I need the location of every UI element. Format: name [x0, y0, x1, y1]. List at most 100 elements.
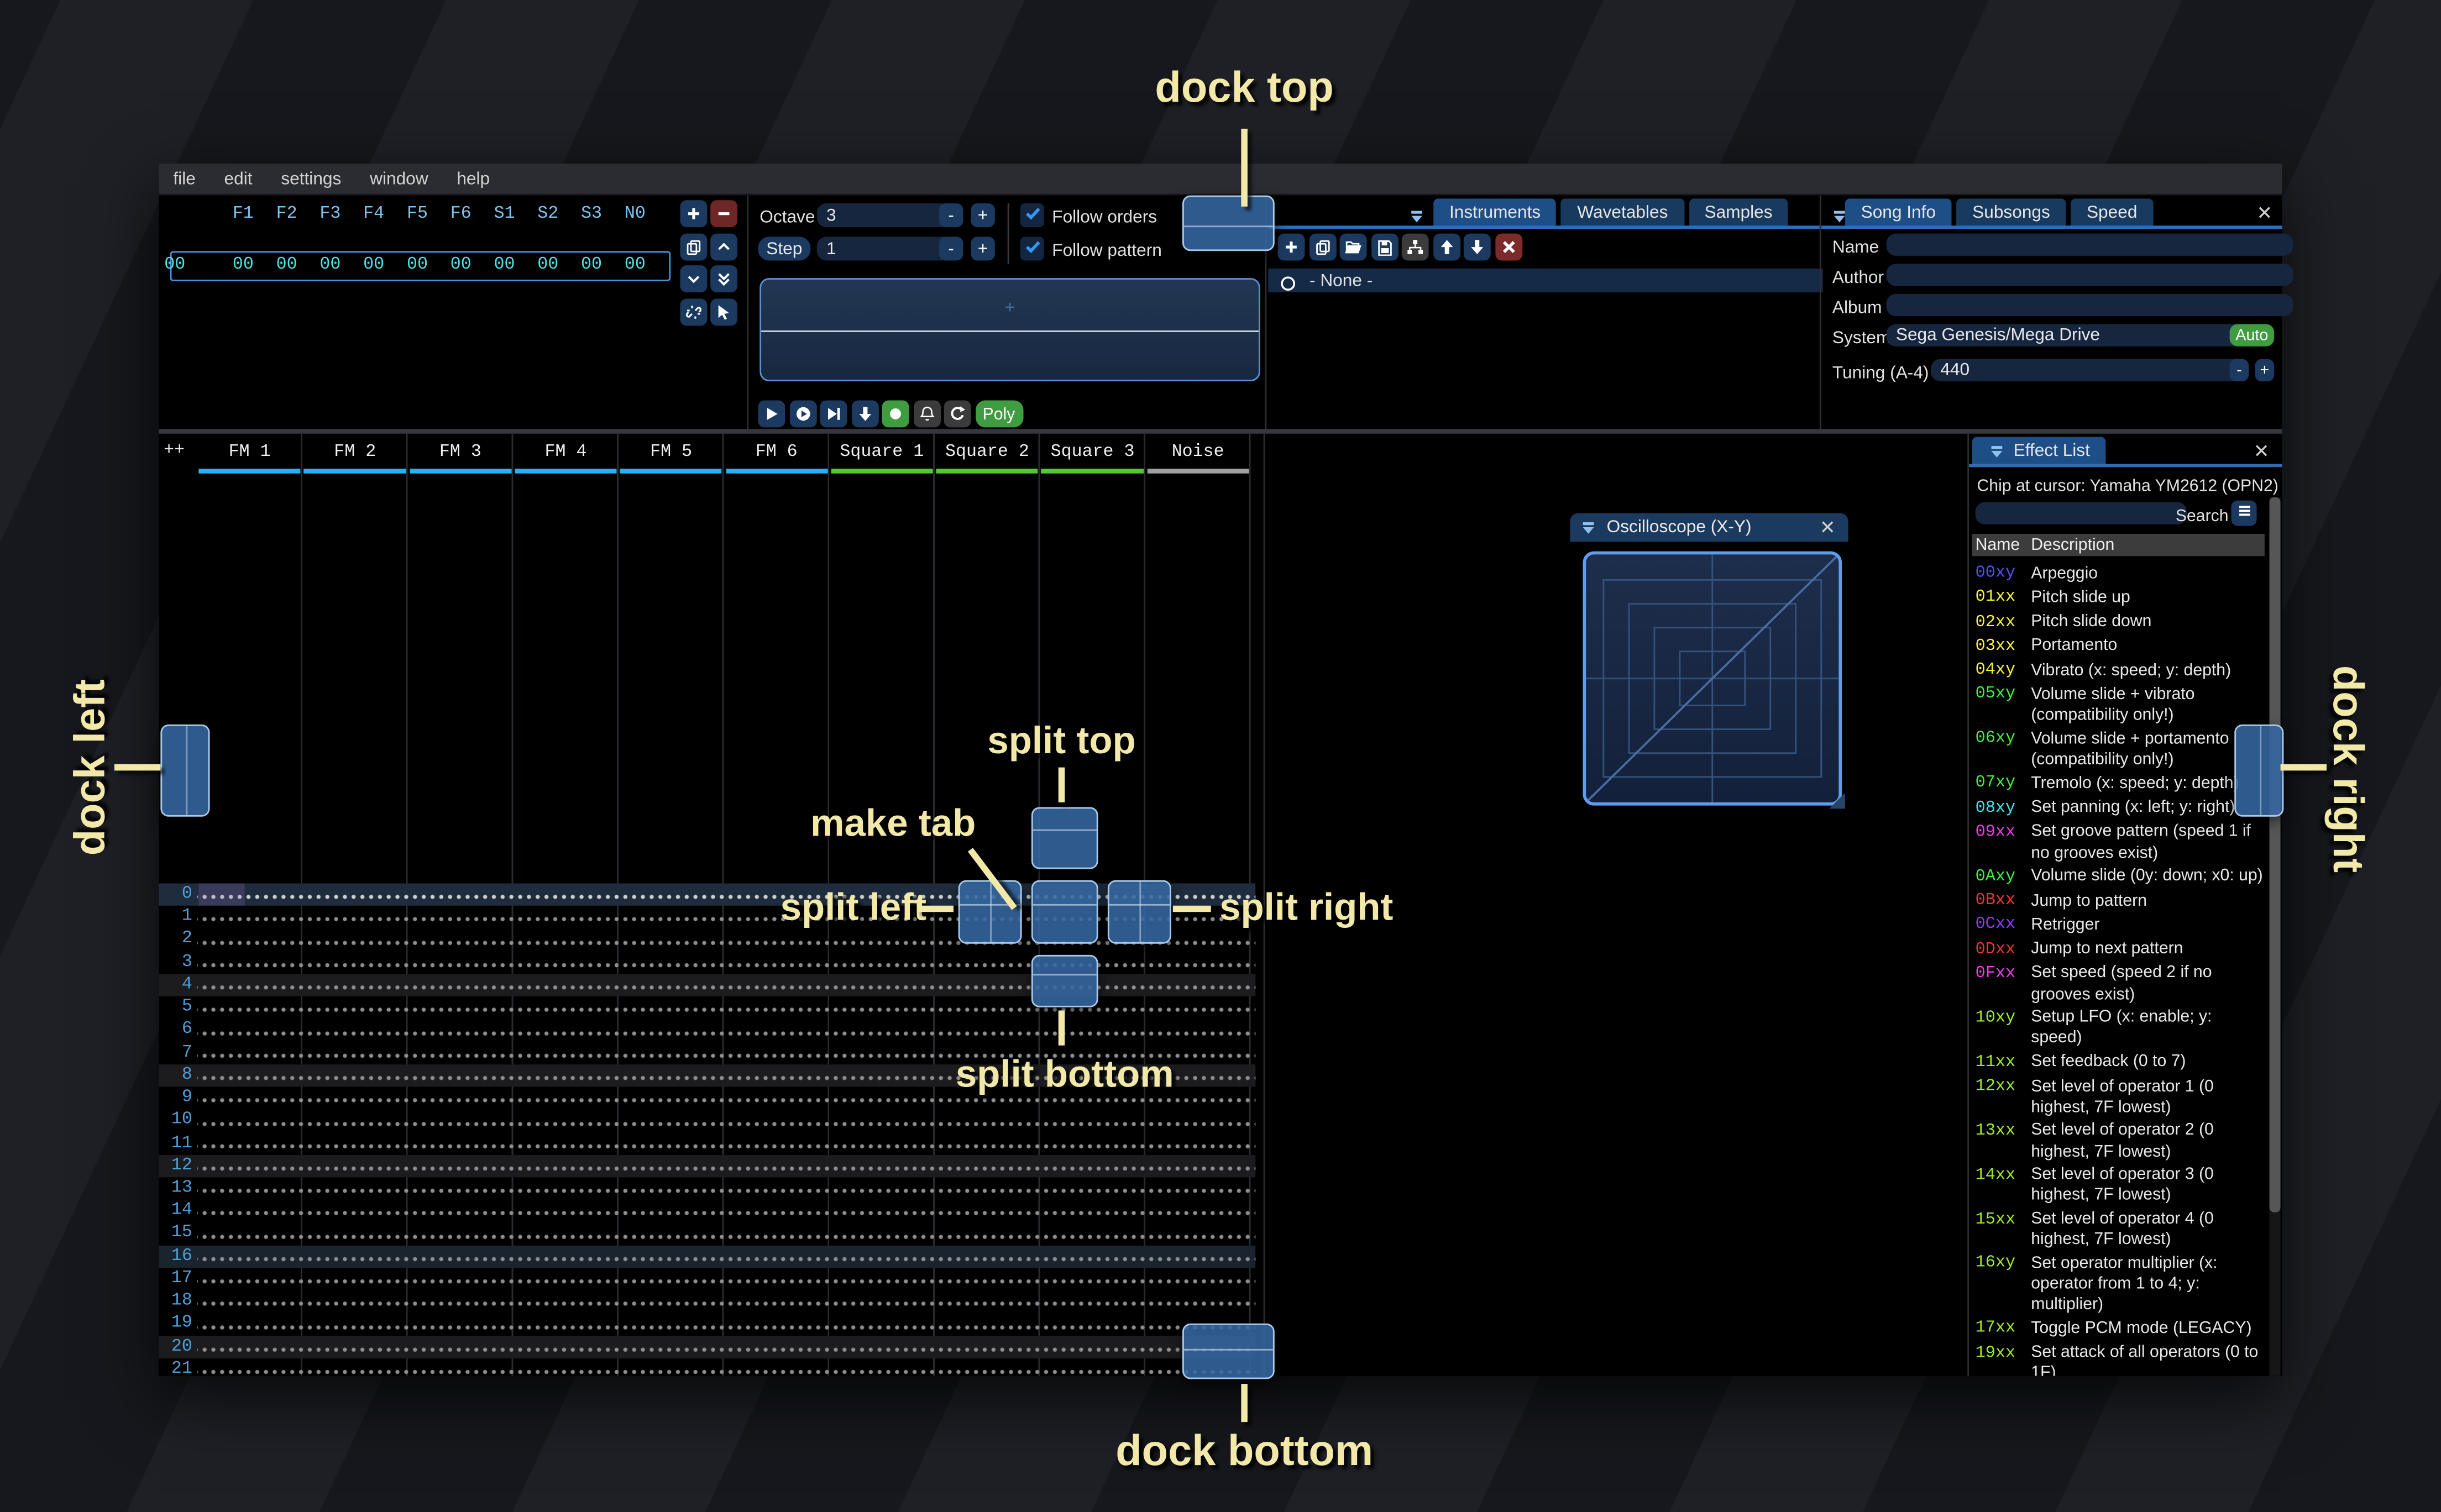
album-input[interactable]: [1886, 293, 2293, 317]
record-button[interactable]: [882, 400, 909, 428]
empty-pattern-cells[interactable]: [197, 1313, 1256, 1336]
x-button[interactable]: [1494, 233, 1522, 261]
tab-song-info[interactable]: Song Info: [1845, 198, 1952, 228]
effect-row-15xx[interactable]: 15xx Set level of operator 4 (0 highest, …: [1976, 1209, 2266, 1251]
order-cell[interactable]: 00: [625, 256, 646, 275]
order-cell[interactable]: 00: [319, 256, 341, 275]
oscilloscope-window[interactable]: Oscilloscope (X-Y) ✕: [1570, 513, 1848, 812]
arrow-down-button[interactable]: [851, 400, 878, 428]
collapse-icon[interactable]: [1580, 519, 1597, 537]
search-menu-button[interactable]: [2231, 500, 2257, 526]
pattern-cursor-cell[interactable]: [198, 883, 245, 906]
menu-item-window[interactable]: window: [355, 164, 442, 194]
effect-row-05xy[interactable]: 05xy Volume slide + vibrato (compatibilit…: [1976, 684, 2266, 727]
split-right-button[interactable]: [1107, 880, 1171, 944]
plus-button[interactable]: [680, 200, 708, 228]
menu-item-edit[interactable]: edit: [210, 164, 267, 194]
order-cell[interactable]: 00: [407, 256, 428, 275]
tab-instruments[interactable]: Instruments: [1433, 198, 1557, 228]
make-tab-button[interactable]: [1031, 880, 1098, 944]
pattern-row-10[interactable]: 10: [159, 1109, 1256, 1132]
empty-pattern-cells[interactable]: [197, 1335, 1256, 1358]
pattern-row-16[interactable]: 16: [159, 1245, 1256, 1268]
order-cell[interactable]: 00: [233, 256, 254, 275]
order-cell[interactable]: 00: [581, 256, 602, 275]
pattern-row-18[interactable]: 18: [159, 1290, 1256, 1313]
pattern-row-15[interactable]: 15: [159, 1222, 1256, 1246]
chevrons-down-button[interactable]: [710, 265, 737, 292]
note-input-preview[interactable]: +: [759, 278, 1260, 381]
oscilloscope-titlebar[interactable]: Oscilloscope (X-Y) ✕: [1570, 513, 1848, 542]
split-bottom-button[interactable]: [1031, 954, 1098, 1007]
pattern-row-21[interactable]: 21: [159, 1358, 1256, 1376]
empty-pattern-cells[interactable]: [197, 1267, 1256, 1290]
tab-speed[interactable]: Speed: [2071, 198, 2154, 228]
empty-pattern-cells[interactable]: [197, 1154, 1256, 1178]
octave-plus-button[interactable]: +: [971, 203, 995, 228]
pattern-row-13[interactable]: 13: [159, 1177, 1256, 1200]
system-select[interactable]: Sega Genesis/Mega Drive: [1886, 324, 2243, 347]
effect-list-scrollbar[interactable]: [2269, 497, 2281, 1376]
effect-row-13xx[interactable]: 13xx Set level of operator 2 (0 highest, …: [1976, 1120, 2266, 1162]
effect-row-12xx[interactable]: 12xx Set level of operator 1 (0 highest, …: [1976, 1075, 2266, 1118]
effect-row-0Axy[interactable]: 0Axy Volume slide (0y: down; x0: up): [1976, 865, 2266, 888]
poly-button[interactable]: Poly: [975, 400, 1023, 428]
menu-item-help[interactable]: help: [442, 164, 504, 194]
effect-row-09xx[interactable]: 09xx Set groove pattern (speed 1 if no gr…: [1976, 821, 2266, 864]
tab-subsongs[interactable]: Subsongs: [1956, 198, 2066, 228]
collapse-icon[interactable]: [1988, 443, 2006, 460]
effect-row-07xy[interactable]: 07xy Tremolo (x: speed; y: depth): [1976, 773, 2266, 795]
empty-pattern-cells[interactable]: [197, 1177, 1256, 1200]
effect-row-11xx[interactable]: 11xx Set feedback (0 to 7): [1976, 1051, 2266, 1074]
play-button[interactable]: [758, 400, 785, 428]
plus-button[interactable]: [1277, 233, 1305, 261]
empty-pattern-cells[interactable]: [197, 1019, 1256, 1042]
effect-row-16xy[interactable]: 16xy Set operator multiplier (x: operator…: [1976, 1253, 2266, 1316]
effect-row-00xy[interactable]: 00xy Arpeggio: [1976, 563, 2266, 585]
effect-row-0Cxx[interactable]: 0Cxx Retrigger: [1976, 914, 2266, 937]
name-input[interactable]: [1886, 233, 2293, 256]
pattern-row-19[interactable]: 19: [159, 1313, 1256, 1336]
pattern-row-17[interactable]: 17: [159, 1267, 1256, 1290]
octave-input[interactable]: 3: [816, 203, 951, 228]
order-cell[interactable]: 00: [363, 256, 384, 275]
split-top-button[interactable]: [1031, 807, 1098, 869]
tuning-input[interactable]: 440: [1931, 359, 2243, 381]
song-info-close-icon[interactable]: ✕: [2256, 203, 2272, 223]
chevron-up-button[interactable]: [710, 233, 737, 260]
effect-row-08xy[interactable]: 08xy Set panning (x: left; y: right): [1976, 797, 2266, 820]
copy-button[interactable]: [1308, 233, 1336, 261]
tuning-plus-button[interactable]: +: [2255, 359, 2275, 381]
step-input[interactable]: 1: [816, 237, 951, 261]
pattern-row-20[interactable]: 20: [159, 1335, 1256, 1358]
folder-open-button[interactable]: [1339, 233, 1367, 261]
arrow-down-button[interactable]: [1463, 233, 1491, 261]
empty-pattern-cells[interactable]: [197, 1132, 1256, 1155]
follow-pattern-checkbox[interactable]: [1020, 237, 1044, 261]
order-cell[interactable]: 00: [537, 256, 558, 275]
pattern-row-14[interactable]: 14: [159, 1200, 1256, 1223]
dock-right-button[interactable]: [2234, 725, 2284, 817]
empty-pattern-cells[interactable]: [197, 1358, 1256, 1376]
effect-row-0Dxx[interactable]: 0Dxx Jump to next pattern: [1976, 938, 2266, 961]
empty-pattern-cells[interactable]: [197, 1222, 1256, 1246]
play-circle-button[interactable]: [789, 400, 816, 428]
tab-samples[interactable]: Samples: [1688, 198, 1789, 228]
effect-row-14xx[interactable]: 14xx Set level of operator 3 (0 highest, …: [1976, 1164, 2266, 1206]
step-minus-button[interactable]: -: [939, 237, 963, 261]
empty-pattern-cells[interactable]: [197, 1290, 1256, 1313]
tab-effect-list[interactable]: Effect List: [1972, 437, 2106, 466]
dock-top-button[interactable]: [1182, 195, 1275, 251]
effect-row-04xy[interactable]: 04xy Vibrato (x: speed; y: depth): [1976, 660, 2266, 683]
effect-row-03xx[interactable]: 03xx Portamento: [1976, 636, 2266, 658]
save-button[interactable]: [1370, 233, 1398, 261]
auto-system-button[interactable]: Auto: [2229, 324, 2275, 347]
effect-row-0Fxx[interactable]: 0Fxx Set speed (speed 2 if no grooves exi…: [1976, 963, 2266, 1005]
cursor-button[interactable]: [710, 298, 737, 325]
arrow-up-button[interactable]: [1432, 233, 1460, 261]
oscilloscope-resize-grip[interactable]: [1829, 792, 1845, 809]
effect-row-0Bxx[interactable]: 0Bxx Jump to pattern: [1976, 890, 2266, 912]
empty-pattern-cells[interactable]: [197, 1109, 1256, 1132]
effect-list-close-icon[interactable]: ✕: [2254, 442, 2270, 461]
pattern-row-6[interactable]: 6: [159, 1019, 1256, 1042]
